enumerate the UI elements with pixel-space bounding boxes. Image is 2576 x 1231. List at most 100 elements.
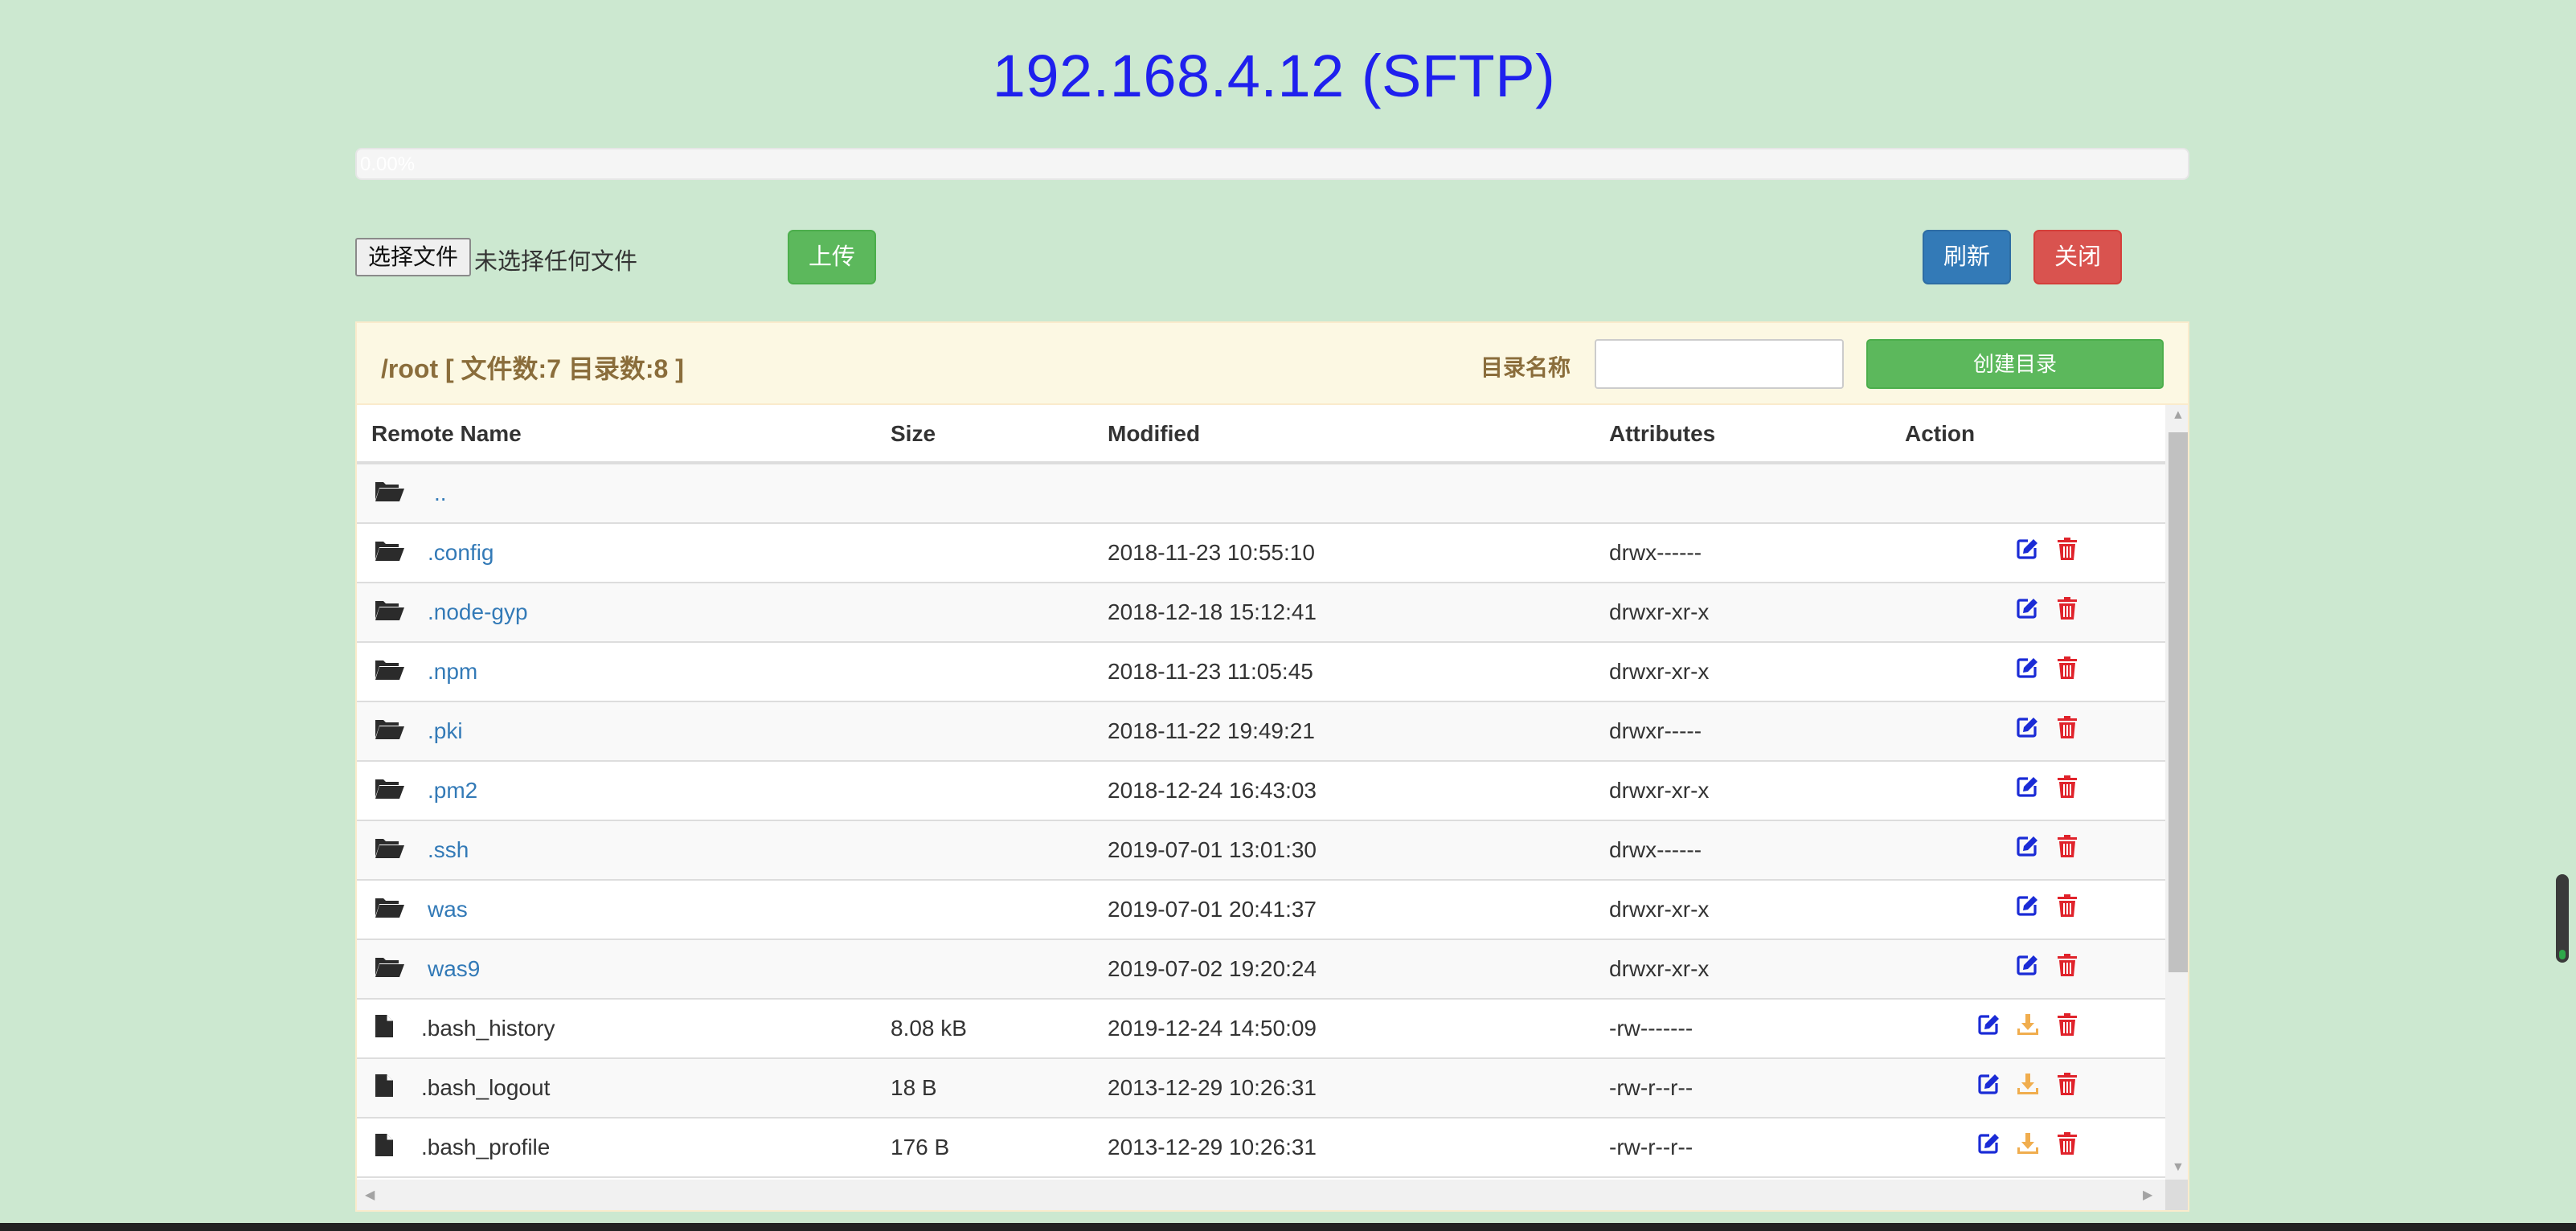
download-button download-icon[interactable] (2016, 1131, 2042, 1159)
panel-heading: /root [ 文件数:7 目录数:8 ] 目录名称 创建目录 (357, 323, 2188, 405)
file-icon (375, 1014, 405, 1041)
directory-link[interactable]: .config (428, 540, 494, 566)
upload-progress-bar: 0.00% (355, 148, 2189, 180)
delete-button trash-icon[interactable] (2056, 953, 2082, 980)
delete-button trash-icon[interactable] (2056, 537, 2082, 564)
create-directory-button[interactable]: 创建目录 (1866, 339, 2164, 389)
delete-button trash-icon[interactable] (2056, 775, 2082, 802)
modified-time: 2018-12-24 16:43:03 (1108, 778, 1317, 803)
table-row[interactable]: .bash_history 8.08 kB 2019-12-24 14:50:09 -… (357, 1000, 2165, 1059)
table-row[interactable]: .pm2 2018-12-24 16:43:03 drwxr-xr-x (357, 762, 2165, 821)
table-row[interactable]: .node-gyp 2018-12-18 15:12:41 drwxr-xr-x (357, 583, 2165, 643)
attributes: drwxr-xr-x (1609, 956, 1710, 981)
file-name: .bash_history (421, 1016, 555, 1041)
table-vertical-scrollbar[interactable]: ▲ ▼ (2165, 405, 2188, 1180)
directory-link[interactable]: .npm (428, 659, 477, 685)
file-size: 176 B (891, 1135, 950, 1159)
modified-time: 2019-07-01 13:01:30 (1108, 837, 1317, 862)
table-header: Remote Name Size Modified Attributes Act… (357, 405, 2165, 464)
edit-button edit-icon[interactable] (1977, 1072, 2003, 1099)
delete-button trash-icon[interactable] (2056, 656, 2082, 683)
table-row[interactable]: .config 2018-11-23 10:55:10 drwx------ (357, 524, 2165, 583)
table-row[interactable]: .npm 2018-11-23 11:05:45 drwxr-xr-x (357, 643, 2165, 702)
no-file-chosen-label: 未选择任何文件 (474, 249, 638, 275)
directory-link[interactable]: .pki (428, 718, 463, 744)
file-table: Remote Name Size Modified Attributes Act… (357, 405, 2165, 1180)
attributes: -rw-r--r-- (1609, 1135, 1693, 1159)
table-row[interactable]: was9 2019-07-02 19:20:24 drwxr-xr-x (357, 940, 2165, 1000)
header-remote-name: Remote Name (371, 421, 522, 446)
directory-link[interactable]: was (428, 897, 468, 922)
directory-link[interactable]: was9 (428, 956, 480, 982)
delete-button trash-icon[interactable] (2056, 1131, 2082, 1159)
table-row[interactable]: .pki 2018-11-22 19:49:21 drwxr----- (357, 702, 2165, 762)
attributes: drwx------ (1609, 837, 1702, 862)
directory-name-label: 目录名称 (1480, 355, 1571, 380)
modified-time: 2018-11-23 11:05:45 (1108, 659, 1313, 684)
file-browser-panel: /root [ 文件数:7 目录数:8 ] 目录名称 创建目录 Remote N… (355, 321, 2189, 1212)
table-vertical-scroll-thumb[interactable] (2169, 432, 2188, 972)
upload-button[interactable]: 上传 (788, 230, 876, 284)
edit-button edit-icon[interactable] (2016, 715, 2042, 742)
header-action: Action (1905, 421, 1976, 446)
table-row[interactable]: .ssh 2019-07-01 13:01:30 drwx------ (357, 821, 2165, 881)
modified-time: 2013-12-29 10:26:31 (1108, 1135, 1317, 1159)
scroll-up-arrow-icon[interactable]: ▲ (2172, 408, 2185, 423)
delete-button trash-icon[interactable] (2056, 894, 2082, 921)
folder-open-icon (375, 538, 405, 566)
folder-open-icon (375, 836, 405, 863)
edit-button edit-icon[interactable] (2016, 775, 2042, 802)
scrollbar-corner (2165, 1180, 2188, 1210)
file-size: 8.08 kB (891, 1016, 967, 1041)
edit-button edit-icon[interactable] (2016, 894, 2042, 921)
edit-button edit-icon[interactable] (2016, 953, 2042, 980)
file-size: 18 B (891, 1075, 937, 1100)
table-row[interactable]: .bash_profile 176 B 2013-12-29 10:26:31 -rw… (357, 1119, 2165, 1178)
delete-button trash-icon[interactable] (2056, 834, 2082, 861)
attributes: drwxr-xr-x (1609, 599, 1710, 624)
file-icon (375, 1133, 405, 1160)
choose-file-button[interactable]: 选择文件 (355, 238, 471, 276)
folder-open-icon (375, 895, 405, 922)
download-button download-icon[interactable] (2016, 1012, 2042, 1040)
edit-button edit-icon[interactable] (2016, 537, 2042, 564)
attributes: drwxr-xr-x (1609, 778, 1710, 803)
delete-button trash-icon[interactable] (2056, 1072, 2082, 1099)
directory-link[interactable]: .. (434, 481, 447, 506)
edit-button edit-icon[interactable] (1977, 1131, 2003, 1159)
attributes: drwxr-xr-x (1609, 659, 1710, 684)
edit-button edit-icon[interactable] (2016, 656, 2042, 683)
delete-button trash-icon[interactable] (2056, 1012, 2082, 1040)
current-path: /root [ 文件数:7 目录数:8 ] (381, 354, 684, 383)
upload-progress-label: 0.00% (360, 153, 416, 175)
table-row[interactable]: was 2019-07-01 20:41:37 drwxr-xr-x (357, 881, 2165, 940)
refresh-button[interactable]: 刷新 (1923, 230, 2011, 284)
table-row[interactable]: .bash_logout 18 B 2013-12-29 10:26:31 -rw-r… (357, 1059, 2165, 1119)
modified-time: 2019-07-02 19:20:24 (1108, 956, 1317, 981)
modified-time: 2019-07-01 20:41:37 (1108, 897, 1317, 922)
header-size: Size (891, 421, 936, 446)
file-name: .bash_profile (421, 1135, 551, 1159)
scroll-right-arrow-icon[interactable]: ▶ (2143, 1187, 2152, 1203)
scroll-left-arrow-icon[interactable]: ◀ (365, 1187, 375, 1203)
directory-name-input[interactable] (1595, 339, 1844, 389)
folder-open-icon (375, 717, 405, 744)
delete-button trash-icon[interactable] (2056, 715, 2082, 742)
directory-link[interactable]: .ssh (428, 837, 469, 863)
page-title: 192.168.4.12 (SFTP) (992, 43, 1556, 109)
scroll-down-arrow-icon[interactable]: ▼ (2172, 1160, 2185, 1175)
folder-open-icon (375, 776, 405, 804)
edit-button edit-icon[interactable] (1977, 1012, 2003, 1040)
file-icon (375, 1074, 405, 1101)
edit-button edit-icon[interactable] (2016, 596, 2042, 624)
directory-link[interactable]: .node-gyp (428, 599, 528, 625)
download-button download-icon[interactable] (2016, 1072, 2042, 1099)
edit-button edit-icon[interactable] (2016, 834, 2042, 861)
table-row[interactable]: .. (357, 464, 2165, 524)
close-button[interactable]: 关闭 (2033, 230, 2122, 284)
delete-button trash-icon[interactable] (2056, 596, 2082, 624)
directory-link[interactable]: .pm2 (428, 778, 477, 804)
attributes: -rw-r--r-- (1609, 1075, 1693, 1100)
folder-open-icon (375, 955, 405, 982)
table-horizontal-scrollbar[interactable]: ◀ ▶ (357, 1180, 2165, 1210)
